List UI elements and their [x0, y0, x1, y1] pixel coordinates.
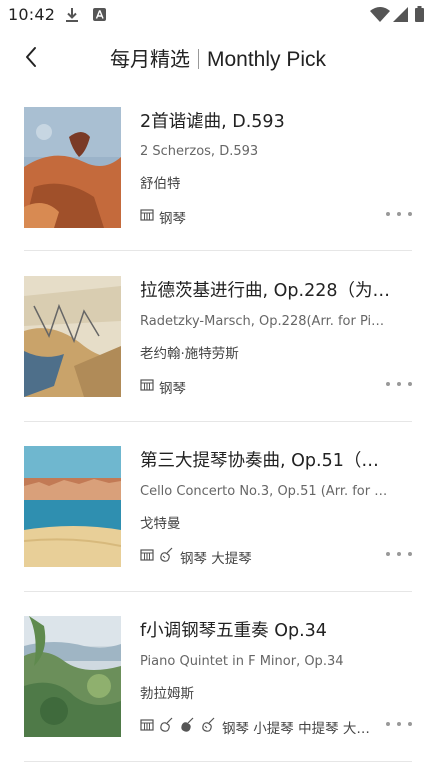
item-instruments: 钢琴	[140, 207, 375, 227]
violin-icon	[159, 717, 175, 737]
item-composer: 勃拉姆斯	[140, 686, 194, 702]
piano-icon	[140, 208, 154, 226]
divider	[24, 250, 412, 251]
item-composer: 老约翰·施特劳斯	[140, 346, 239, 362]
page-title-en: Monthly Pick	[206, 48, 327, 71]
item-instruments: 钢琴 小提琴 中提琴 大提琴	[140, 717, 375, 737]
piano-icon	[140, 718, 154, 736]
header: 每月精选 Monthly Pick	[0, 30, 436, 86]
cover-image	[24, 107, 121, 228]
download-icon	[64, 6, 80, 28]
item-composer: 舒伯特	[140, 176, 181, 192]
cover-image	[24, 276, 121, 397]
item-subtitle: Radetzky-Marsch, Op.228(Arr. for Piano)	[140, 314, 392, 329]
more-options-button[interactable]	[386, 716, 412, 732]
cello-icon	[159, 547, 175, 567]
item-title: 拉德茨基进行曲, Op.228（为钢琴而作）	[140, 281, 390, 301]
item-instruments: 钢琴	[140, 377, 375, 397]
list-item[interactable]: 2首谐谑曲, D.593 2 Scherzos, D.593 舒伯特 钢琴	[0, 86, 436, 256]
font-icon	[92, 6, 108, 28]
instruments-text: 钢琴	[159, 211, 186, 227]
instruments-text: 钢琴	[159, 381, 186, 397]
piano-icon	[140, 378, 154, 396]
status-bar: 10:42	[0, 0, 436, 30]
more-options-button[interactable]	[386, 206, 412, 222]
item-subtitle: 2 Scherzos, D.593	[140, 144, 259, 159]
item-title: f小调钢琴五重奏 Op.34	[140, 621, 327, 641]
divider	[24, 421, 412, 422]
wifi-icon	[370, 6, 390, 28]
item-title: 第三大提琴协奏曲, Op.51（为钢琴和大提琴而作）	[140, 451, 390, 471]
more-options-button[interactable]	[386, 376, 412, 392]
battery-icon	[414, 6, 426, 28]
title-separator	[197, 49, 199, 69]
divider	[24, 591, 412, 592]
item-instruments: 钢琴 大提琴	[140, 547, 375, 567]
cover-image	[24, 446, 121, 567]
divider	[24, 761, 412, 762]
page-title: 每月精选 Monthly Pick	[0, 43, 436, 72]
page-title-cn: 每月精选	[109, 47, 190, 71]
cover-image	[24, 616, 121, 737]
piano-icon	[140, 548, 154, 566]
instruments-text: 钢琴 小提琴 中提琴 大提琴	[222, 721, 375, 737]
list-item[interactable]: f小调钢琴五重奏 Op.34 Piano Quintet in F Minor,…	[0, 596, 436, 766]
viola-icon	[201, 717, 217, 737]
item-title: 2首谐谑曲, D.593	[140, 112, 285, 132]
violin-icon	[180, 717, 196, 737]
instruments-text: 钢琴 大提琴	[180, 551, 252, 567]
item-composer: 戈特曼	[140, 516, 181, 532]
item-subtitle: Cello Concerto No.3, Op.51 (Arr. for Cel…	[140, 484, 392, 499]
status-time: 10:42	[8, 5, 56, 24]
signal-icon	[393, 6, 409, 28]
item-subtitle: Piano Quintet in F Minor, Op.34	[140, 654, 344, 669]
more-options-button[interactable]	[386, 546, 412, 562]
list-item[interactable]: 拉德茨基进行曲, Op.228（为钢琴而作） Radetzky-Marsch, …	[0, 256, 436, 426]
list-item[interactable]: 第三大提琴协奏曲, Op.51（为钢琴和大提琴而作） Cello Concert…	[0, 426, 436, 596]
